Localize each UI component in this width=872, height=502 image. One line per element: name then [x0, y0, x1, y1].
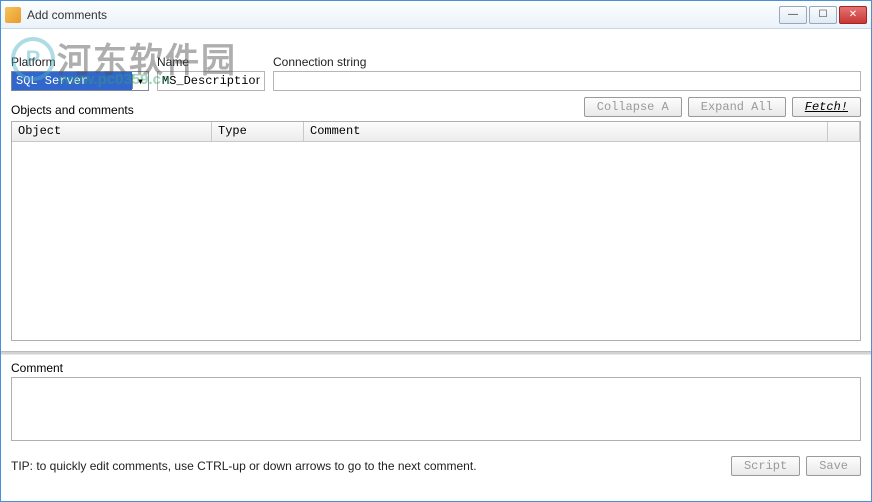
- platform-value: SQL Server: [12, 72, 132, 90]
- comment-textarea[interactable]: [11, 377, 861, 441]
- maximize-button[interactable]: ☐: [809, 6, 837, 24]
- column-header-type[interactable]: Type: [212, 122, 304, 141]
- connection-string-input[interactable]: [273, 71, 861, 91]
- chevron-down-icon: ▾: [132, 74, 148, 89]
- window-controls: — ☐ ✕: [779, 6, 867, 24]
- expand-all-button[interactable]: Expand All: [688, 97, 786, 117]
- save-button[interactable]: Save: [806, 456, 861, 476]
- column-header-comment[interactable]: Comment: [304, 122, 828, 141]
- name-label: Name: [157, 55, 265, 69]
- script-button[interactable]: Script: [731, 456, 800, 476]
- minimize-button[interactable]: —: [779, 6, 807, 24]
- column-header-object[interactable]: Object: [12, 122, 212, 141]
- grid-header: Object Type Comment: [12, 122, 860, 142]
- titlebar: Add comments — ☐ ✕: [1, 1, 871, 29]
- splitter[interactable]: [1, 351, 871, 355]
- platform-label: Platform: [11, 55, 149, 69]
- objects-grid: Object Type Comment: [11, 121, 861, 341]
- window-title: Add comments: [27, 8, 779, 22]
- platform-select[interactable]: SQL Server ▾: [11, 71, 149, 91]
- collapse-all-button[interactable]: Collapse A: [584, 97, 682, 117]
- close-button[interactable]: ✕: [839, 6, 867, 24]
- fetch-button[interactable]: Fetch!: [792, 97, 861, 117]
- app-icon: [5, 7, 21, 23]
- objects-section-label: Objects and comments: [11, 103, 578, 117]
- connection-label: Connection string: [273, 55, 861, 69]
- name-input[interactable]: [157, 71, 265, 91]
- column-header-spacer: [828, 122, 860, 141]
- tip-text: TIP: to quickly edit comments, use CTRL-…: [11, 459, 725, 473]
- comment-label: Comment: [11, 361, 861, 375]
